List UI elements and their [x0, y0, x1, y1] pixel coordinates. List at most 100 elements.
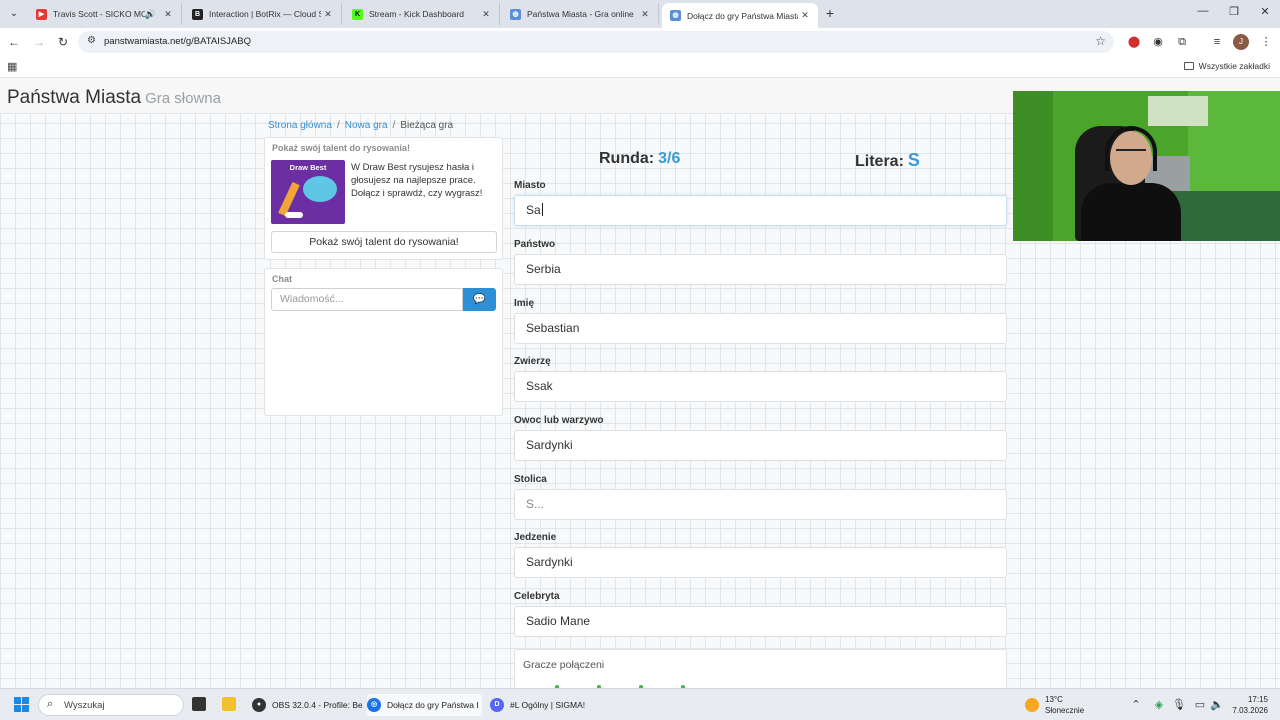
promo-panel: Pokaż swój talent do rysowania! Draw Bes… — [264, 137, 503, 260]
taskbar-app-chrome[interactable]: ◎ Dołącz do gry Państwa I — [367, 694, 482, 716]
microphone-icon[interactable]: 🎙 — [1172, 698, 1186, 711]
field-input-imie[interactable]: Sebastian — [514, 313, 1007, 344]
weather-temp: 13°C — [1045, 695, 1063, 704]
breadcrumb-new-game-link[interactable]: Nowa gra — [345, 120, 388, 131]
site-settings-icon[interactable]: ⚙ — [87, 35, 96, 46]
restore-icon[interactable]: ❐ — [1219, 5, 1249, 18]
volume-icon[interactable]: 🔈 — [1210, 698, 1224, 711]
globe-icon: ◍ — [670, 10, 681, 21]
url-text: panstwamiasta.net/g/BATAISJABQ — [104, 36, 251, 47]
window-close-icon[interactable]: ✕ — [1250, 5, 1280, 18]
weather-sun-icon[interactable] — [1025, 698, 1039, 712]
breadcrumb-current: Bieżąca gra — [400, 120, 454, 131]
folder-icon — [1183, 62, 1194, 70]
extensions-puzzle-icon[interactable]: ⧉ — [1174, 34, 1190, 50]
chat-message-input[interactable]: Wiadomość... — [271, 288, 463, 311]
letter-label: Litera: — [855, 153, 904, 170]
field-input-miasto[interactable]: Sa — [514, 195, 1007, 226]
webcam-person-body — [1081, 183, 1181, 241]
tab-title: Dołącz do gry Państwa Miasta — [687, 10, 798, 21]
browser-tab-botrix[interactable]: B Interaction | BotRix — Cloud St ✕ — [184, 3, 342, 25]
chat-panel: Chat Wiadomość... 💬 — [264, 268, 503, 416]
file-explorer-icon[interactable] — [222, 697, 236, 711]
bookmark-star-icon[interactable]: ☆ — [1095, 34, 1106, 48]
brand-title: Państwa Miasta — [7, 87, 142, 108]
brush-shape — [285, 212, 303, 218]
breadcrumb-home-link[interactable]: Strona główna — [268, 120, 332, 131]
weather-widget[interactable]: 13°C Słonecznie — [1045, 694, 1084, 716]
chat-send-button[interactable]: 💬 — [463, 288, 496, 311]
tab-title: Interaction | BotRix — Cloud St — [209, 9, 321, 19]
letter-value: S — [907, 150, 920, 170]
browser-tab-kick[interactable]: K Stream - Kick Dashboard ✕ — [344, 3, 500, 25]
new-tab-plus-icon[interactable]: + — [822, 5, 838, 21]
browser-tab-active[interactable]: ◍ Dołącz do gry Państwa Miasta ✕ — [662, 3, 818, 28]
taskbar-search-label: Wyszukaj — [64, 700, 105, 711]
close-icon[interactable]: ✕ — [161, 9, 175, 20]
speaker-icon[interactable]: 🔊 — [145, 9, 156, 20]
tab-title: Stream - Kick Dashboard — [369, 9, 464, 19]
round-label: Runda: — [599, 150, 655, 167]
draw-best-image[interactable]: Draw Best — [271, 160, 345, 224]
browser-tab-panstwa-online[interactable]: ◍ Państwa Miasta - Gra online ✕ — [502, 3, 659, 25]
minimize-icon[interactable]: — — [1188, 5, 1218, 17]
pencil-shape — [278, 181, 300, 217]
tray-chevron-icon[interactable]: ⌃ — [1129, 698, 1143, 711]
bookmarks-bar: ▦ Wszystkie zakładki — [0, 56, 1280, 78]
task-view-icon[interactable] — [192, 697, 206, 711]
kick-icon: K — [352, 8, 363, 20]
network-icon[interactable]: ▭ — [1193, 698, 1207, 711]
forward-arrow-icon[interactable]: → — [31, 34, 47, 50]
field-input-jedzenie[interactable]: Sardynki — [514, 547, 1007, 578]
windows-start-icon[interactable] — [14, 697, 29, 712]
speech-bubble-icon: 💬 — [473, 294, 486, 305]
brand-subtitle: Gra słowna — [145, 90, 221, 107]
field-input-celebryta[interactable]: Sadio Mane — [514, 606, 1007, 637]
field-label-owoc: Owoc lub warzywo — [514, 415, 604, 426]
clock-time: 17:15 — [1247, 695, 1268, 704]
letter-indicator: Litera: S — [855, 150, 920, 171]
site-brand[interactable]: Państwa Miasta Gra słowna — [7, 87, 221, 109]
menu-dots-icon[interactable]: ⋮ — [1258, 34, 1274, 50]
field-input-panstwo[interactable]: Serbia — [514, 254, 1007, 285]
weather-desc: Słonecznie — [1045, 706, 1085, 715]
globe-icon: ◍ — [510, 8, 521, 20]
tray-app-icon[interactable]: ◈ — [1152, 698, 1166, 711]
taskbar-app-obs[interactable]: ● OBS 32.0.4 - Profile: Bez — [252, 694, 362, 716]
promo-description: W Draw Best rysujesz hasła i głosujesz n… — [351, 162, 483, 199]
extension-red-icon[interactable]: ⬤ — [1126, 34, 1142, 50]
field-input-zwierze[interactable]: Ssak — [514, 371, 1007, 402]
system-clock[interactable]: 17:15 7.03.2026 — [1232, 694, 1268, 716]
address-bar[interactable]: ⚙ panstwamiasta.net/g/BATAISJABQ ☆ — [78, 31, 1114, 53]
browser-tab-strip: ⌄ ▶ Travis Scott - SICKO MODE 🔊 ✕ B Inte… — [0, 0, 1280, 28]
back-arrow-icon[interactable]: ← — [6, 34, 22, 50]
close-icon[interactable]: ✕ — [638, 9, 652, 20]
profile-avatar[interactable]: J — [1233, 34, 1249, 50]
reload-icon[interactable]: ↻ — [55, 34, 71, 50]
extension-dark-icon[interactable]: ◉ — [1150, 34, 1166, 50]
taskbar-search[interactable]: ⌕ Wyszukaj — [38, 694, 184, 716]
all-bookmarks[interactable]: Wszystkie zakładki — [1183, 61, 1270, 71]
close-icon[interactable]: ✕ — [479, 9, 493, 20]
field-input-stolica[interactable]: S... — [514, 489, 1007, 520]
windows-taskbar: ⌕ Wyszukaj ● OBS 32.0.4 - Profile: Bez ◎… — [0, 688, 1280, 720]
apps-grid-icon[interactable]: ▦ — [7, 60, 17, 73]
text-caret — [541, 203, 543, 216]
close-icon[interactable]: ✕ — [798, 10, 812, 21]
obs-icon: ● — [252, 698, 266, 712]
taskbar-app-discord[interactable]: D #L Ogólny | SIGMA! — [490, 694, 610, 716]
show-talent-button[interactable]: Pokaż swój talent do rysowania! — [271, 231, 497, 253]
clock-date: 7.03.2026 — [1232, 706, 1268, 715]
field-label-zwierze: Zwierzę — [514, 356, 551, 367]
field-label-panstwo: Państwo — [514, 239, 556, 250]
field-input-owoc[interactable]: Sardynki — [514, 430, 1007, 461]
taskbar-app-label: OBS 32.0.4 - Profile: Bez — [272, 700, 362, 710]
field-label-stolica: Stolica — [514, 474, 547, 485]
search-icon: ⌕ — [47, 698, 54, 710]
all-bookmarks-label: Wszystkie zakładki — [1198, 61, 1270, 71]
field-label-miasto: Miasto — [514, 180, 546, 191]
close-icon[interactable]: ✕ — [321, 9, 335, 20]
tab-search-chevron-icon[interactable]: ⌄ — [5, 5, 23, 23]
browser-tab-youtube[interactable]: ▶ Travis Scott - SICKO MODE 🔊 ✕ — [28, 3, 182, 25]
media-control-icon[interactable]: ≡ — [1209, 34, 1225, 50]
